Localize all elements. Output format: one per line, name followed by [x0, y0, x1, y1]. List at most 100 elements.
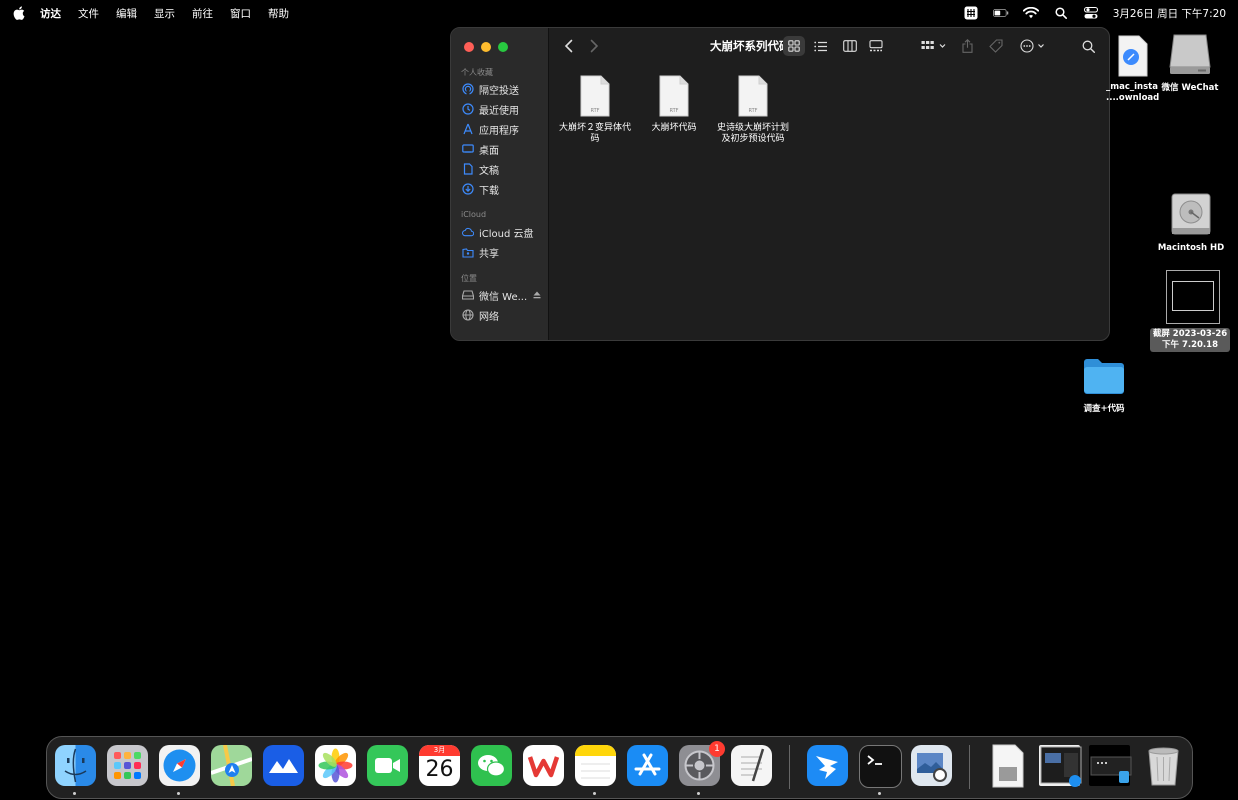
search-icon[interactable] [1082, 38, 1095, 54]
notes-icon[interactable] [575, 745, 616, 786]
window-controls [464, 42, 508, 52]
desktop-item-folder[interactable]: 调查+代码 [1076, 357, 1132, 414]
list-view-icon[interactable] [814, 38, 827, 54]
menu-help[interactable]: 帮助 [268, 6, 289, 21]
sidebar-item-label: 桌面 [479, 145, 499, 157]
menu-window[interactable]: 窗口 [230, 6, 251, 21]
menu-app-name[interactable]: 访达 [40, 6, 61, 21]
menu-edit[interactable]: 编辑 [116, 6, 137, 21]
textedit-icon[interactable] [731, 745, 772, 786]
file-item[interactable]: RTF 史诗级大崩坏计划 及初步预设代码 [713, 75, 793, 145]
running-indicator [697, 792, 700, 795]
menu-go[interactable]: 前往 [192, 6, 213, 21]
lark-icon[interactable] [263, 745, 304, 786]
sidebar-header-icloud: iCloud [461, 210, 487, 219]
desktop-item-label: 截屏 2023-03-26 [1152, 329, 1228, 339]
wechat-icon[interactable] [471, 745, 512, 786]
rtf-document-icon: RTF [659, 75, 689, 117]
dingtalk-icon[interactable] [807, 745, 848, 786]
icloud-icon [462, 226, 474, 238]
spotlight-icon[interactable] [1053, 6, 1069, 20]
applications-icon [462, 123, 474, 135]
system-settings-icon[interactable]: 1 [679, 741, 725, 786]
column-view-icon[interactable] [843, 38, 857, 54]
maps-icon[interactable] [211, 745, 252, 786]
file-badge: RTF [590, 108, 600, 114]
sidebar-item-recents[interactable]: 最近使用 [462, 100, 519, 118]
sidebar-item-wechat-volume[interactable]: 微信 We... [462, 286, 541, 304]
desktop-item-screenshot[interactable]: 截屏 2023-03-26 下午 7.20.18 [1150, 270, 1230, 352]
facetime-icon[interactable] [367, 745, 408, 786]
sidebar-item-shared[interactable]: 共享 [462, 243, 499, 261]
sidebar-item-label: 文稿 [479, 165, 499, 177]
menu-view[interactable]: 显示 [154, 6, 175, 21]
eject-icon[interactable] [533, 291, 541, 299]
gallery-view-icon[interactable] [869, 38, 883, 54]
forward-icon[interactable] [589, 38, 599, 54]
back-icon[interactable] [564, 38, 574, 54]
battery-icon[interactable] [992, 6, 1009, 20]
dock-separator [789, 745, 790, 789]
preview-icon[interactable] [911, 745, 952, 786]
network-icon [462, 309, 474, 321]
launchpad-icon[interactable] [107, 745, 148, 786]
sidebar-item-label: 微信 We... [479, 291, 528, 303]
disk-icon [462, 289, 474, 301]
app-store-icon[interactable] [627, 745, 668, 786]
running-indicator [593, 792, 596, 795]
folder-icon [1076, 357, 1132, 398]
menu-clock[interactable]: 3月26日 周日 下午7:20 [1113, 6, 1226, 21]
group-by-icon[interactable] [921, 38, 947, 54]
calendar-month: 3月 [419, 745, 460, 756]
menu-file[interactable]: 文件 [78, 6, 99, 21]
desktop-item-wechat-volume[interactable]: 微信 WeChat [1160, 33, 1220, 93]
trash-icon[interactable] [1143, 745, 1184, 786]
share-icon[interactable] [962, 38, 973, 54]
close-button[interactable] [464, 42, 474, 52]
desktop-item-installer[interactable]: _mac_insta ....ownload [1106, 35, 1159, 104]
window-title: 大崩坏系列代码 [710, 39, 791, 53]
terminal-icon[interactable] [859, 745, 902, 788]
running-indicator [73, 792, 76, 795]
sidebar-item-label: 最近使用 [479, 105, 519, 117]
file-name: 史诗级大崩坏计划 及初步预设代码 [716, 123, 789, 144]
sidebar-item-applications[interactable]: 应用程序 [462, 120, 519, 138]
file-name: 大崩坏２变异体代码 [558, 123, 631, 144]
documents-icon [462, 163, 474, 175]
apple-icon[interactable] [12, 6, 26, 20]
input-method-icon[interactable] [963, 6, 979, 20]
sidebar-item-desktop[interactable]: 桌面 [462, 140, 499, 158]
photos-icon[interactable] [315, 745, 356, 786]
calendar-icon[interactable]: 3月 26 [419, 745, 460, 786]
downloads-icon [462, 183, 474, 195]
wifi-icon[interactable] [1022, 6, 1039, 20]
zoom-button[interactable] [498, 42, 508, 52]
recents-icon [462, 103, 474, 115]
minimize-button[interactable] [481, 42, 491, 52]
icon-view-button[interactable] [783, 36, 805, 56]
sidebar-item-downloads[interactable]: 下载 [462, 180, 499, 198]
file-item[interactable]: RTF 大崩坏代码 [634, 75, 714, 134]
installer-file-icon [1108, 35, 1158, 80]
menu-bar: 访达 文件 编辑 显示 前往 窗口 帮助 3月26日 周日 下午7:20 [0, 0, 1238, 26]
wps-icon[interactable] [523, 745, 564, 786]
notification-badge: 1 [709, 741, 725, 757]
running-indicator [177, 792, 180, 795]
safari-icon[interactable] [159, 745, 200, 786]
more-actions-icon[interactable] [1020, 38, 1046, 54]
shared-folder-icon [462, 246, 474, 258]
screenshot-stack-icon[interactable] [1039, 745, 1082, 787]
control-center-icon[interactable] [1083, 6, 1099, 20]
finder-icon[interactable] [55, 745, 96, 786]
desktop-item-label: 调查+代码 [1083, 404, 1125, 414]
file-item[interactable]: RTF 大崩坏２变异体代码 [555, 75, 635, 145]
sidebar-item-documents[interactable]: 文稿 [462, 160, 499, 178]
sidebar-item-icloud-drive[interactable]: iCloud 云盘 [462, 223, 534, 241]
sidebar-item-network[interactable]: 网络 [462, 306, 499, 324]
desktop-item-macintosh-hd[interactable]: Macintosh HD [1156, 192, 1226, 253]
tag-icon[interactable] [989, 38, 1003, 54]
sidebar-item-airdrop[interactable]: 隔空投送 [462, 80, 519, 98]
document-stack-icon[interactable] [987, 744, 1028, 788]
downloads-stack-icon[interactable] [1089, 745, 1132, 786]
sidebar-item-label: 下载 [479, 185, 499, 197]
